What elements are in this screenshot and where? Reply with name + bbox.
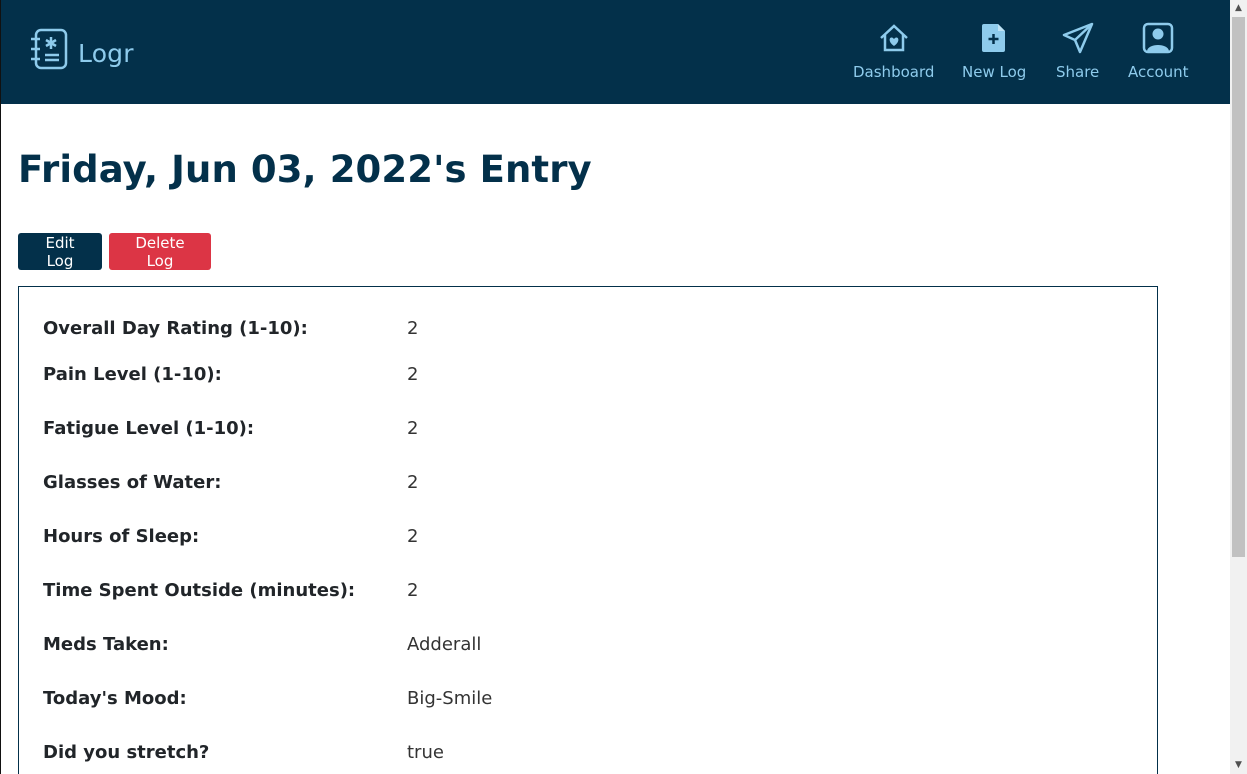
main-content: Friday, Jun 03, 2022's Entry Edit Log De… bbox=[0, 104, 1230, 774]
entry-row-stretch: Did you stretch? true bbox=[43, 737, 1143, 767]
field-label: Pain Level (1-10): bbox=[43, 363, 222, 385]
nav-share[interactable]: Share bbox=[1056, 22, 1099, 81]
page-title: Friday, Jun 03, 2022's Entry bbox=[18, 148, 592, 191]
nav-new-log[interactable]: New Log bbox=[962, 22, 1026, 81]
file-plus-icon bbox=[978, 22, 1010, 63]
field-label: Hours of Sleep: bbox=[43, 525, 200, 547]
field-label: Overall Day Rating (1-10): bbox=[43, 317, 308, 339]
entry-row-fatigue-level: Fatigue Level (1-10): 2 bbox=[43, 413, 1143, 443]
brand-name: Logr bbox=[78, 38, 134, 68]
field-value: 2 bbox=[407, 363, 419, 385]
field-value: 2 bbox=[407, 525, 419, 547]
entry-row-mood: Today's Mood: Big-Smile bbox=[43, 683, 1143, 713]
field-label: Glasses of Water: bbox=[43, 471, 222, 493]
person-square-icon bbox=[1142, 22, 1174, 63]
field-label: Did you stretch? bbox=[43, 741, 210, 763]
house-heart-icon bbox=[878, 22, 910, 63]
nav-account[interactable]: Account bbox=[1128, 22, 1189, 81]
nav-label: Account bbox=[1128, 63, 1189, 81]
scroll-up-icon[interactable]: ▲ bbox=[1230, 0, 1247, 17]
field-value: 2 bbox=[407, 471, 419, 493]
nav-dashboard[interactable]: Dashboard bbox=[853, 22, 934, 81]
top-navbar: Logr Dashboard New Log Share Account bbox=[0, 0, 1230, 104]
field-label: Fatigue Level (1-10): bbox=[43, 417, 255, 439]
field-value: 2 bbox=[407, 317, 419, 339]
entry-row-overall-rating: Overall Day Rating (1-10): 2 bbox=[43, 313, 1143, 343]
field-value: Big-Smile bbox=[407, 687, 493, 709]
edit-log-button[interactable]: Edit Log bbox=[18, 233, 102, 270]
entry-row-hours-of-sleep: Hours of Sleep: 2 bbox=[43, 521, 1143, 551]
entry-row-meds-taken: Meds Taken: Adderall bbox=[43, 629, 1143, 659]
field-label: Meds Taken: bbox=[43, 633, 169, 655]
vertical-scrollbar[interactable]: ▲ ▼ bbox=[1230, 0, 1247, 774]
field-value: true bbox=[407, 741, 444, 763]
field-label: Today's Mood: bbox=[43, 687, 187, 709]
field-value: 2 bbox=[407, 417, 419, 439]
nav-label: New Log bbox=[962, 63, 1027, 81]
entry-row-time-outside: Time Spent Outside (minutes): 2 bbox=[43, 575, 1143, 605]
scroll-down-icon[interactable]: ▼ bbox=[1230, 757, 1247, 774]
nav-label: Share bbox=[1056, 63, 1100, 81]
field-value: 2 bbox=[407, 579, 419, 601]
journal-icon bbox=[29, 28, 69, 74]
field-label: Time Spent Outside (minutes): bbox=[43, 579, 356, 601]
entry-row-glasses-of-water: Glasses of Water: 2 bbox=[43, 467, 1143, 497]
send-icon bbox=[1062, 22, 1094, 63]
delete-log-button[interactable]: Delete Log bbox=[109, 233, 211, 270]
entry-row-pain-level: Pain Level (1-10): 2 bbox=[43, 359, 1143, 389]
field-value: Adderall bbox=[407, 633, 482, 655]
brand-link[interactable]: Logr bbox=[29, 28, 134, 74]
scrollbar-thumb[interactable] bbox=[1232, 17, 1245, 557]
entry-details-card: Overall Day Rating (1-10): 2 Pain Level … bbox=[18, 286, 1158, 774]
nav-label: Dashboard bbox=[853, 63, 935, 81]
